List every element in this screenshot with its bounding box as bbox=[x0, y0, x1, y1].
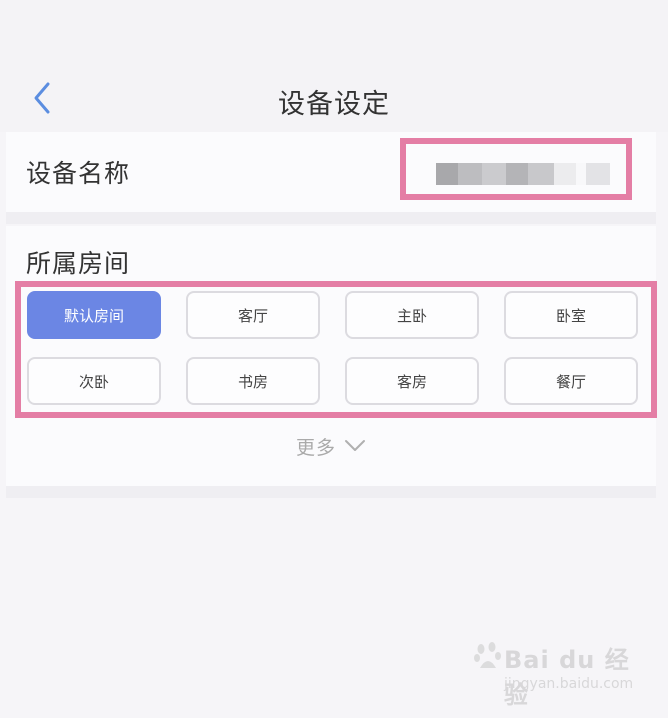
baidu-watermark: Bai du 经验 jingyan.baidu.com bbox=[474, 640, 644, 709]
section-divider bbox=[6, 212, 656, 224]
chevron-down-icon bbox=[345, 440, 365, 451]
room-option-dining-room[interactable]: 餐厅 bbox=[504, 357, 638, 405]
watermark-logo-text: Bai du 经验 bbox=[504, 646, 630, 709]
more-label: 更多 bbox=[295, 436, 336, 459]
paw-logo-icon bbox=[474, 642, 501, 668]
section-divider bbox=[6, 486, 656, 498]
room-option-bedroom[interactable]: 卧室 bbox=[504, 291, 638, 339]
device-name-label: 设备名称 bbox=[26, 159, 131, 188]
room-option-master-bedroom[interactable]: 主卧 bbox=[345, 291, 479, 339]
device-name-field[interactable] bbox=[436, 163, 610, 185]
room-option-living-room[interactable]: 客厅 bbox=[186, 291, 320, 339]
room-option-guest-room[interactable]: 客房 bbox=[345, 357, 479, 405]
nav-bar: 设备设定 bbox=[0, 60, 668, 132]
device-name-highlight-box bbox=[400, 138, 632, 200]
room-section: 所属房间 默认房间 客厅 主卧 卧室 次卧 书房 客房 餐厅 更多 bbox=[6, 226, 657, 486]
room-option-second-bedroom[interactable]: 次卧 bbox=[27, 357, 161, 405]
more-button[interactable]: 更多 bbox=[6, 426, 656, 466]
page-title: 设备设定 bbox=[278, 89, 390, 120]
status-bar bbox=[0, 0, 668, 60]
room-options-highlight-box: 默认房间 客厅 主卧 卧室 次卧 书房 客房 餐厅 bbox=[15, 281, 657, 418]
watermark-url: jingyan.baidu.com bbox=[504, 676, 634, 692]
device-name-row[interactable]: 设备名称 bbox=[6, 132, 656, 212]
room-label: 所属房间 bbox=[26, 249, 131, 278]
room-option-default-room[interactable]: 默认房间 bbox=[27, 291, 161, 339]
room-option-study[interactable]: 书房 bbox=[186, 357, 320, 405]
